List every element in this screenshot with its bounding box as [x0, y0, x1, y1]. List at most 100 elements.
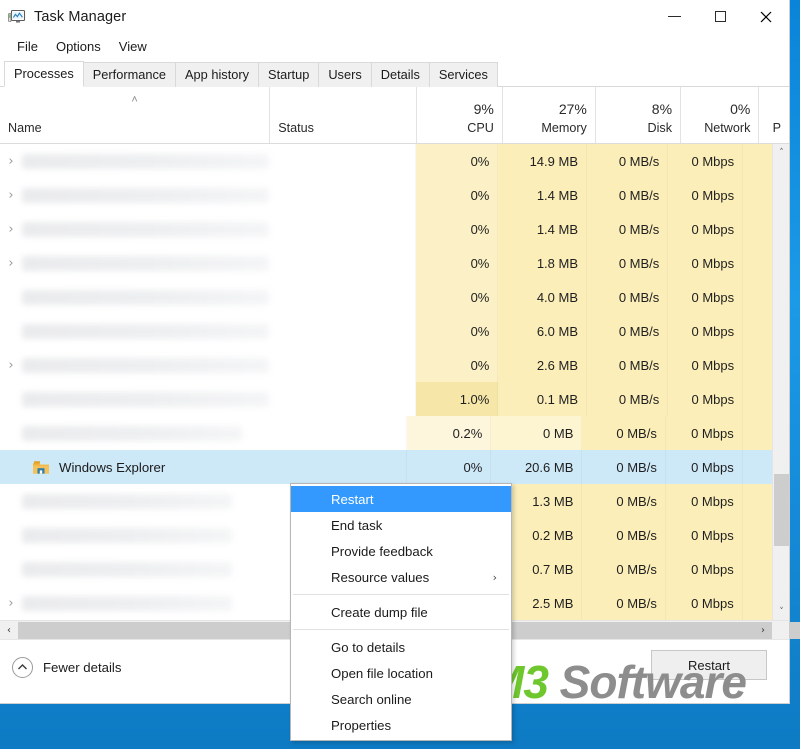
tab-processes[interactable]: Processes [4, 61, 84, 87]
table-row[interactable]: › 0%4.0 MB0 MB/s0 Mbps [0, 280, 772, 314]
cell-network: 0 Mbps [665, 518, 743, 552]
column-header-cpu-pct: 9% [473, 101, 494, 117]
vertical-scrollbar[interactable]: ˄ ˅ [772, 144, 789, 620]
table-row[interactable]: › 0% 1.4 MB 0 MB/s 0 Mbps [0, 178, 772, 212]
cell-status [263, 450, 407, 484]
context-menu-item[interactable]: Go to details [291, 634, 511, 660]
tab-users[interactable]: Users [318, 62, 372, 87]
cell-disk: 0 MB/s [587, 246, 669, 280]
fewer-details-button[interactable]: Fewer details [12, 656, 121, 678]
tab-performance[interactable]: Performance [82, 62, 177, 87]
context-menu-item[interactable]: Search online [291, 686, 511, 712]
expand-chevron-icon[interactable]: › [0, 358, 22, 373]
cell-status [277, 314, 416, 348]
column-header-network-label: Network [704, 121, 751, 135]
column-header-memory-label: Memory [541, 121, 587, 135]
process-name-redacted [22, 357, 269, 373]
title-bar[interactable]: Task Manager [0, 0, 789, 33]
expand-chevron-icon[interactable]: › [0, 222, 22, 237]
cell-network: 0 Mbps [668, 246, 744, 280]
table-row[interactable]: › 1.0%0.1 MB0 MB/s0 Mbps [0, 382, 772, 416]
minimize-icon [667, 16, 681, 17]
table-row[interactable]: › 0% 2.6 MB 0 MB/s 0 Mbps [0, 348, 772, 382]
table-row[interactable]: › 0%6.0 MB0 MB/s0 Mbps [0, 314, 772, 348]
context-menu-item[interactable]: Provide feedback [291, 538, 511, 564]
expand-chevron-placeholder: › [0, 324, 22, 339]
column-header-disk[interactable]: 8% Disk [596, 87, 682, 143]
column-header-network[interactable]: 0% Network [681, 87, 760, 143]
cell-name: › [0, 280, 277, 314]
scroll-right-button[interactable]: › [754, 621, 772, 640]
maximize-button[interactable] [697, 0, 743, 33]
cell-cpu: 0% [416, 246, 499, 280]
column-header-status-pct [278, 100, 408, 119]
column-header-power[interactable]: P [759, 87, 789, 143]
context-menu-item[interactable]: End task [291, 512, 511, 538]
menu-item-file[interactable]: File [8, 36, 47, 57]
menu-item-options[interactable]: Options [47, 36, 110, 57]
scroll-down-button[interactable]: ˅ [773, 603, 790, 620]
minimize-button[interactable] [651, 0, 697, 33]
cell-power [742, 518, 772, 552]
tab-app-history[interactable]: App history [175, 62, 260, 87]
tab-startup[interactable]: Startup [258, 62, 320, 87]
process-name-redacted [22, 527, 232, 543]
process-name-redacted [22, 289, 269, 305]
cell-power [742, 586, 772, 620]
cell-network: 0 Mbps [665, 416, 743, 450]
expand-chevron-icon[interactable]: › [0, 256, 22, 271]
vertical-scrollbar-thumb[interactable] [774, 474, 789, 546]
context-menu-item-label: Provide feedback [331, 543, 433, 559]
cell-network: 0 Mbps [668, 178, 744, 212]
expand-chevron-icon[interactable]: › [0, 596, 22, 611]
context-menu-item[interactable]: Properties [291, 712, 511, 738]
scroll-left-button[interactable]: ‹ [0, 621, 18, 640]
cell-network: 0 Mbps [665, 552, 743, 586]
expand-chevron-icon[interactable]: › [0, 154, 22, 169]
cell-power [742, 484, 772, 518]
cell-disk: 0 MB/s [587, 212, 669, 246]
process-name-redacted [22, 153, 269, 169]
cell-name: › [0, 552, 264, 586]
cell-power [743, 246, 772, 280]
process-name-redacted [22, 493, 232, 509]
tab-details[interactable]: Details [370, 62, 430, 87]
cell-name: › [0, 178, 277, 212]
table-row[interactable]: › 0% 14.9 MB 0 MB/s 0 Mbps [0, 144, 772, 178]
process-name-redacted [22, 425, 242, 441]
expand-chevron-placeholder: › [0, 460, 22, 475]
cell-name: › [0, 416, 264, 450]
context-menu-item[interactable]: Open file location [291, 660, 511, 686]
restart-button[interactable]: Restart [651, 650, 767, 680]
cell-status [277, 144, 416, 178]
cell-power [743, 212, 772, 246]
process-name-redacted [22, 187, 269, 203]
context-menu-item-label: End task [331, 517, 383, 533]
cell-memory: 2.6 MB [498, 348, 587, 382]
scroll-up-button[interactable]: ˄ [773, 144, 790, 161]
table-row[interactable]: › 0.2%0 MB0 MB/s0 Mbps [0, 416, 772, 450]
column-header-memory[interactable]: 27% Memory [503, 87, 596, 143]
cell-name: › [0, 246, 277, 280]
menu-item-view[interactable]: View [110, 36, 156, 57]
column-header-cpu[interactable]: 9% CPU [417, 87, 503, 143]
expand-chevron-icon[interactable]: › [0, 188, 22, 203]
cell-memory: 1.8 MB [498, 246, 587, 280]
cell-memory: 0 MB [491, 416, 583, 450]
context-menu-item[interactable]: Resource values › [291, 564, 511, 590]
tab-services[interactable]: Services [428, 62, 498, 87]
close-button[interactable] [743, 0, 789, 33]
context-menu-item[interactable]: Restart [291, 486, 511, 512]
menu-bar: File Options View [0, 33, 789, 60]
table-row[interactable]: › 0% 1.8 MB 0 MB/s 0 Mbps [0, 246, 772, 280]
column-header-status[interactable]: Status [270, 87, 417, 143]
context-menu-item[interactable]: Create dump file [291, 599, 511, 625]
table-row[interactable]: › 0% 1.4 MB 0 MB/s 0 Mbps [0, 212, 772, 246]
context-menu-item-label: Search online [331, 691, 412, 707]
table-row[interactable]: › Windows Explorer 0%20.6 MB0 MB/s0 Mbps [0, 450, 772, 484]
cell-network: 0 Mbps [668, 348, 744, 382]
cell-name: › Windows Explorer [0, 450, 264, 484]
folder-icon [32, 460, 50, 475]
cell-power [742, 552, 772, 586]
column-header-name[interactable]: ˄ Name [0, 87, 271, 143]
